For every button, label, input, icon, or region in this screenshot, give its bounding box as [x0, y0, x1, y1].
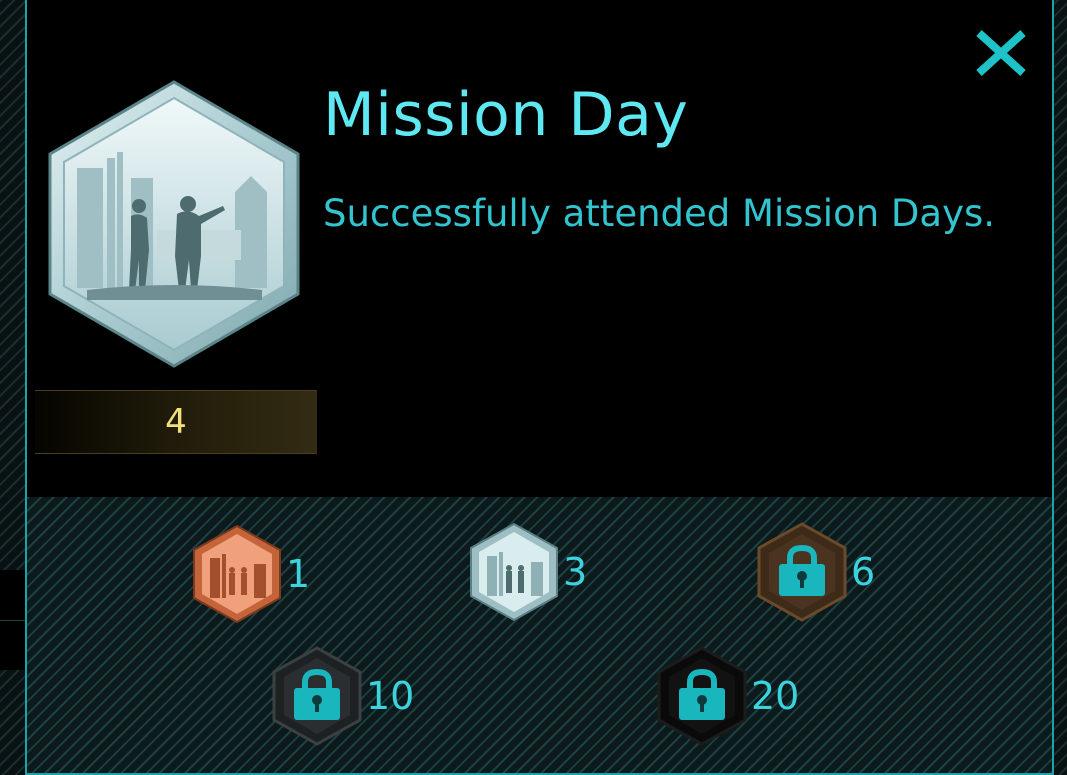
mission-day-silver-medal-icon: [48, 80, 300, 368]
medal-count: 4: [165, 402, 187, 442]
tier-bronze-value: 1: [286, 552, 311, 596]
left-edge-strip: [0, 570, 26, 670]
medal-title: Mission Day: [323, 80, 689, 150]
tier-onyx[interactable]: 20: [657, 646, 799, 746]
onyx-medal-locked-icon: [657, 646, 747, 746]
platinum-medal-locked-icon: [272, 646, 362, 746]
tier-platinum-value: 10: [366, 674, 415, 718]
medal-description: Successfully attended Mission Days.: [323, 192, 996, 235]
medal-dialog: 4 Mission Day Successfully attended Miss…: [25, 0, 1054, 775]
bronze-medal-icon: [193, 524, 281, 624]
tier-gold[interactable]: 6: [757, 522, 875, 622]
tier-platinum[interactable]: 10: [272, 646, 414, 746]
tier-onyx-value: 20: [751, 674, 800, 718]
close-icon[interactable]: [975, 30, 1027, 76]
tier-silver-value: 3: [563, 550, 588, 594]
tier-gold-value: 6: [851, 550, 876, 594]
gold-medal-locked-icon: [757, 522, 847, 622]
medal-count-bar: 4: [35, 390, 317, 454]
tier-bronze[interactable]: 1: [192, 524, 310, 624]
silver-medal-icon: [470, 522, 558, 622]
tier-silver[interactable]: 3: [469, 522, 587, 622]
